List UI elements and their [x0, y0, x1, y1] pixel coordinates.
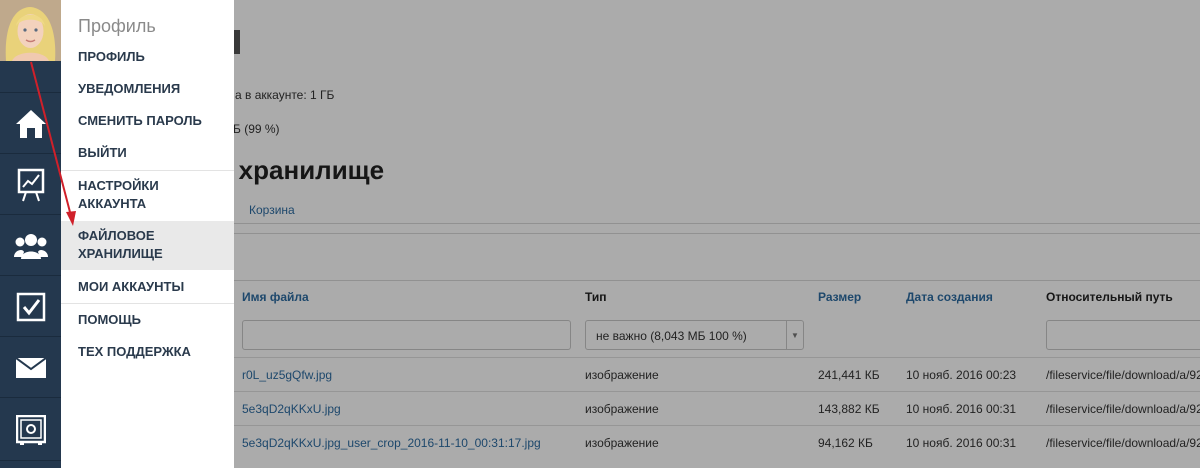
- menu-title: Профиль: [78, 16, 156, 36]
- menu-item-logout[interactable]: ВЫЙТИ: [61, 144, 234, 162]
- sidebar-collapsed-item: [0, 61, 61, 93]
- menu-divider: [61, 303, 234, 304]
- sidebar-item-mail[interactable]: [0, 338, 61, 398]
- menu-divider: [61, 170, 234, 171]
- menu-item-account-settings[interactable]: НАСТРОЙКИ АККАУНТА: [61, 177, 181, 213]
- sidebar-item-storage[interactable]: [0, 399, 61, 461]
- home-icon: [14, 108, 48, 140]
- menu-item-profile[interactable]: ПРОФИЛЬ: [61, 48, 234, 66]
- user-avatar[interactable]: [0, 0, 61, 61]
- menu-item-change-password[interactable]: СМЕНИТЬ ПАРОЛЬ: [61, 112, 234, 130]
- menu-item-my-accounts[interactable]: МОИ АККАУНТЫ: [61, 278, 234, 296]
- menu-item-notifications[interactable]: УВЕДОМЛЕНИЯ: [61, 80, 234, 98]
- users-icon: [13, 233, 48, 259]
- sidebar-item-users[interactable]: [0, 216, 61, 276]
- menu-item-file-storage[interactable]: ФАЙЛОВОЕ ХРАНИЛИЩЕ: [61, 221, 234, 270]
- sidebar-item-tasks[interactable]: [0, 277, 61, 337]
- menu-item-help[interactable]: ПОМОЩЬ: [61, 311, 234, 329]
- left-sidebar: [0, 0, 61, 468]
- menu-item-tech-support[interactable]: ТЕХ ПОДДЕРЖКА: [61, 343, 234, 361]
- chart-board-icon: [17, 168, 45, 202]
- mail-icon: [15, 357, 46, 378]
- sidebar-item-analytics[interactable]: [0, 155, 61, 215]
- checkbox-icon: [16, 292, 46, 322]
- sidebar-item-home[interactable]: [0, 94, 61, 154]
- profile-menu: Профиль ПРОФИЛЬ УВЕДОМЛЕНИЯ СМЕНИТЬ ПАРО…: [61, 0, 234, 468]
- safe-icon: [15, 414, 46, 445]
